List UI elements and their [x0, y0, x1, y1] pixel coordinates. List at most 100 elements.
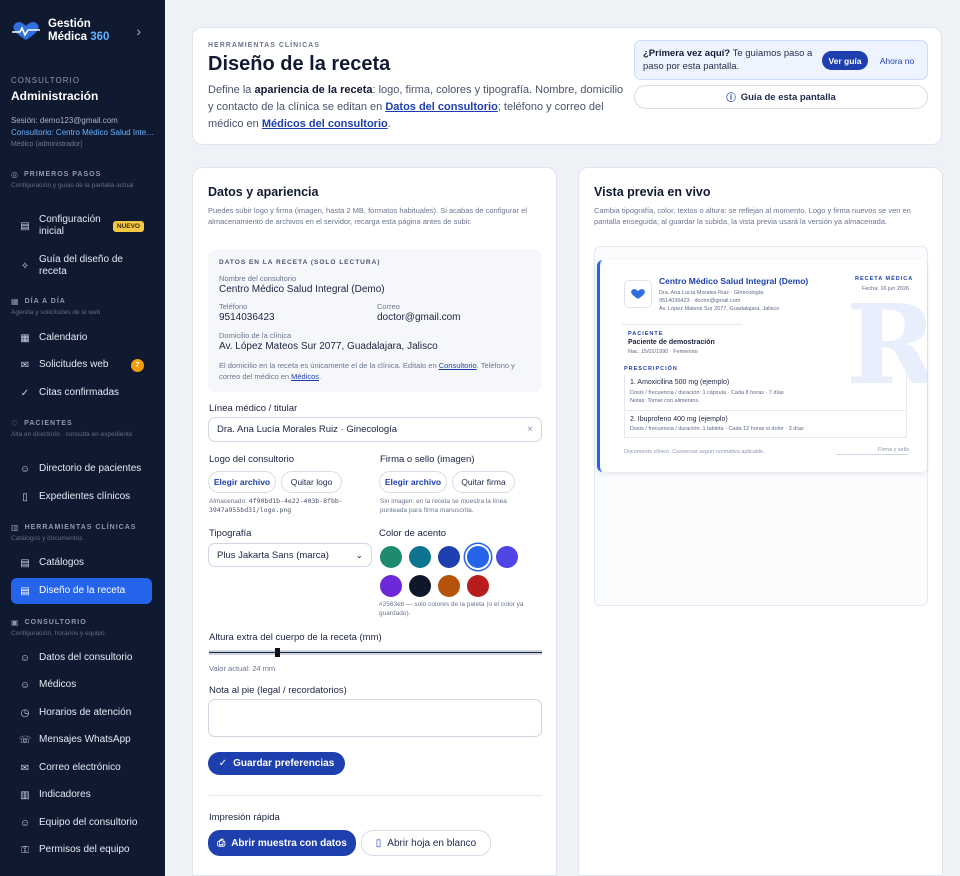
sidebar-item-diseno-receta[interactable]: ▤ Diseño de la receta — [11, 578, 152, 604]
logo-choose-button[interactable]: Elegir archivo — [208, 471, 276, 493]
session-clinic[interactable]: Consultorio: Centro Médico Salud Integra… — [11, 127, 156, 139]
preview-intro: Cambia tipografía, color, textos o altur… — [594, 206, 911, 226]
sidebar-item-whatsapp[interactable]: ☏ Mensajes WhatsApp — [11, 727, 152, 753]
height-slider-handle[interactable] — [275, 648, 280, 657]
live-preview: Vista previa en vivo Cambia tipografía, … — [578, 167, 943, 876]
rx-signature-line — [836, 454, 908, 455]
sidebar-item-catalogos[interactable]: ▤ Catálogos — [11, 550, 152, 576]
rx-med2-name: 2. Ibuprofeno 400 mg (ejemplo) — [630, 416, 728, 423]
doctor-line-label: Línea médico / titular — [209, 403, 298, 414]
doctor-line-input[interactable]: Dra. Ana Lucía Morales Ruiz · Ginecologí… — [208, 417, 542, 442]
color-swatch[interactable] — [438, 575, 460, 597]
height-label: Altura extra del cuerpo de la receta (mm… — [209, 632, 382, 643]
sparkle-icon: ✧ — [20, 260, 30, 272]
quick-print-title: Impresión rápida — [209, 812, 280, 823]
org-label: CONSULTORIO — [11, 76, 80, 85]
sidebar-item-correo[interactable]: ✉ Correo electrónico — [11, 755, 152, 781]
color-swatch[interactable] — [467, 546, 489, 568]
chat-icon: ☏ — [18, 734, 32, 746]
height-slider[interactable] — [209, 650, 542, 655]
sidebar-item-permisos[interactable]: ⚿ Permisos del equipo — [11, 837, 152, 863]
section-consultorio: ▣ CONSULTORIO Configuración, horarios y e… — [11, 618, 105, 637]
help-circle-icon: ⓘ — [726, 93, 736, 104]
sidebar-item-datos-consultorio[interactable]: ☺ Datos del consultorio — [11, 645, 152, 671]
session-info: Sesión: demo123@gmail.com Consultorio: C… — [0, 103, 165, 151]
rx-med1-name: 1. Amoxicilina 500 mg (ejemplo) — [630, 379, 730, 386]
rx-contact: 9514036423 · doctor@gmail.com — [659, 298, 741, 304]
link-medicos[interactable]: Médicos del consultorio — [262, 118, 388, 130]
address-value: Av. López Mateos Sur 2077, Guadalajara, … — [219, 341, 438, 352]
color-swatch[interactable] — [409, 575, 431, 597]
dismiss-tour-button[interactable]: Ahora no — [873, 51, 921, 70]
signature-label: Firma o sello (imagen) — [380, 454, 475, 465]
color-swatch[interactable] — [380, 575, 402, 597]
clinic-logo — [624, 280, 652, 308]
address-label: Domicilio de la clínica — [219, 331, 292, 340]
signature-choose-button[interactable]: Elegir archivo — [379, 471, 447, 493]
rx-address: Av. López Mateos Sur 2077, Guadalajara, … — [659, 306, 780, 312]
sidebar-item-calendario[interactable]: ▦ Calendario — [11, 325, 152, 351]
sidebar-item-guia-receta[interactable]: ✧ Guía del diseño de receta — [11, 252, 152, 280]
collapse-chevron-icon[interactable]: › — [136, 23, 141, 39]
sidebar-item-solicitudes[interactable]: ✉ Solicitudes web 7 — [11, 352, 152, 378]
sidebar-item-indicadores[interactable]: ▥ Indicadores — [11, 782, 152, 808]
doctors-icon: ☺ — [19, 679, 31, 691]
rx-medication-1: 1. Amoxicilina 500 mg (ejemplo) Dosis / … — [624, 375, 907, 411]
page-description: Define la apariencia de la receta: logo,… — [208, 84, 624, 130]
clear-icon[interactable]: × — [527, 424, 533, 435]
color-swatch[interactable] — [496, 546, 518, 568]
color-swatch[interactable] — [380, 546, 402, 568]
divider — [209, 795, 542, 796]
logo-remove-button[interactable]: Quitar logo — [281, 471, 342, 493]
form-title: Datos y apariencia — [208, 185, 319, 199]
rx-doc-type: RECETA MÉDICA — [855, 276, 914, 282]
font-select[interactable]: Plus Jakarta Sans (marca) ⌄ — [208, 543, 372, 567]
check-circle-icon: ✓ — [20, 387, 30, 399]
color-swatch[interactable] — [438, 546, 460, 568]
link-medicos-note[interactable]: Médicos — [291, 372, 319, 381]
file-icon: ▯ — [375, 837, 382, 849]
sidebar-item-citas[interactable]: ✓ Citas confirmadas — [11, 380, 152, 406]
mail-icon: ✉ — [20, 762, 30, 774]
book-icon: ▥ — [11, 523, 20, 532]
compass-icon: ◎ — [11, 170, 19, 179]
open-sample-button[interactable]: ⎙ Abrir muestra con datos — [208, 830, 356, 856]
page-header: HERRAMIENTAS CLÍNICAS Diseño de la recet… — [192, 27, 942, 145]
email-label: Correo — [377, 302, 400, 311]
footer-note-textarea[interactable] — [208, 699, 542, 737]
prescription-sheet: Rx Centro Médico Salud Integral (Demo) D… — [597, 260, 927, 472]
session-email: Sesión: demo123@gmail.com — [11, 116, 118, 125]
brand[interactable]: Gestión Médica 360 › — [0, 0, 165, 48]
page-eyebrow: HERRAMIENTAS CLÍNICAS — [208, 42, 320, 49]
new-badge: NUEVO — [112, 220, 144, 232]
file-icon: ▯ — [22, 491, 28, 503]
signature-remove-button[interactable]: Quitar firma — [452, 471, 515, 493]
heart-logo-icon — [12, 22, 40, 40]
form-intro: Puedes subir logo y firma (imagen, hasta… — [208, 206, 527, 226]
readonly-eyebrow: DATOS EN LA RECETA (SOLO LECTURA) — [219, 259, 381, 266]
inbox-icon: ✉ — [20, 359, 30, 371]
rx-patient-box: PACIENTE Paciente de demostración Nac. 1… — [622, 324, 742, 360]
sidebar-item-configuracion[interactable]: ▤ Configuración inicial NUEVO — [11, 212, 152, 240]
sidebar-item-horarios[interactable]: ◷ Horarios de atención — [11, 700, 152, 726]
link-consultorio[interactable]: Consultorio — [439, 361, 477, 370]
font-label: Tipografía — [209, 528, 252, 539]
heart-logo-icon — [631, 289, 645, 299]
rx-med2-dose: Dosis / frecuencia / duración: 1 tableta… — [630, 426, 804, 432]
link-datos-consultorio[interactable]: Datos del consultorio — [385, 101, 497, 113]
sidebar-item-equipo[interactable]: ☺ Equipo del consultorio — [11, 810, 152, 836]
open-blank-button[interactable]: ▯ Abrir hoja en blanco — [361, 830, 491, 856]
section-dia-a-dia: ▦ DÍA A DÍA Agenda y solicitudes de la we… — [11, 297, 101, 316]
color-swatch[interactable] — [409, 546, 431, 568]
footer-note-label: Nota al pie (legal / recordatorios) — [209, 685, 347, 696]
save-preferences-button[interactable]: ✓ Guardar preferencias — [208, 752, 345, 775]
sidebar-item-directorio[interactable]: ☺ Directorio de pacientes — [11, 456, 152, 482]
users-icon: ☺ — [19, 463, 31, 475]
start-tour-button[interactable]: Ver guía — [822, 51, 868, 70]
color-swatch[interactable] — [467, 575, 489, 597]
sidebar-item-expedientes[interactable]: ▯ Expedientes clínicos — [11, 484, 152, 510]
phone-value: 9514036423 — [219, 312, 275, 323]
rx-medication-2: 2. Ibuprofeno 400 mg (ejemplo) Dosis / f… — [624, 412, 907, 438]
screen-guide-button[interactable]: ⓘ Guía de esta pantalla — [634, 85, 928, 109]
sidebar-item-medicos[interactable]: ☺ Médicos — [11, 672, 152, 698]
